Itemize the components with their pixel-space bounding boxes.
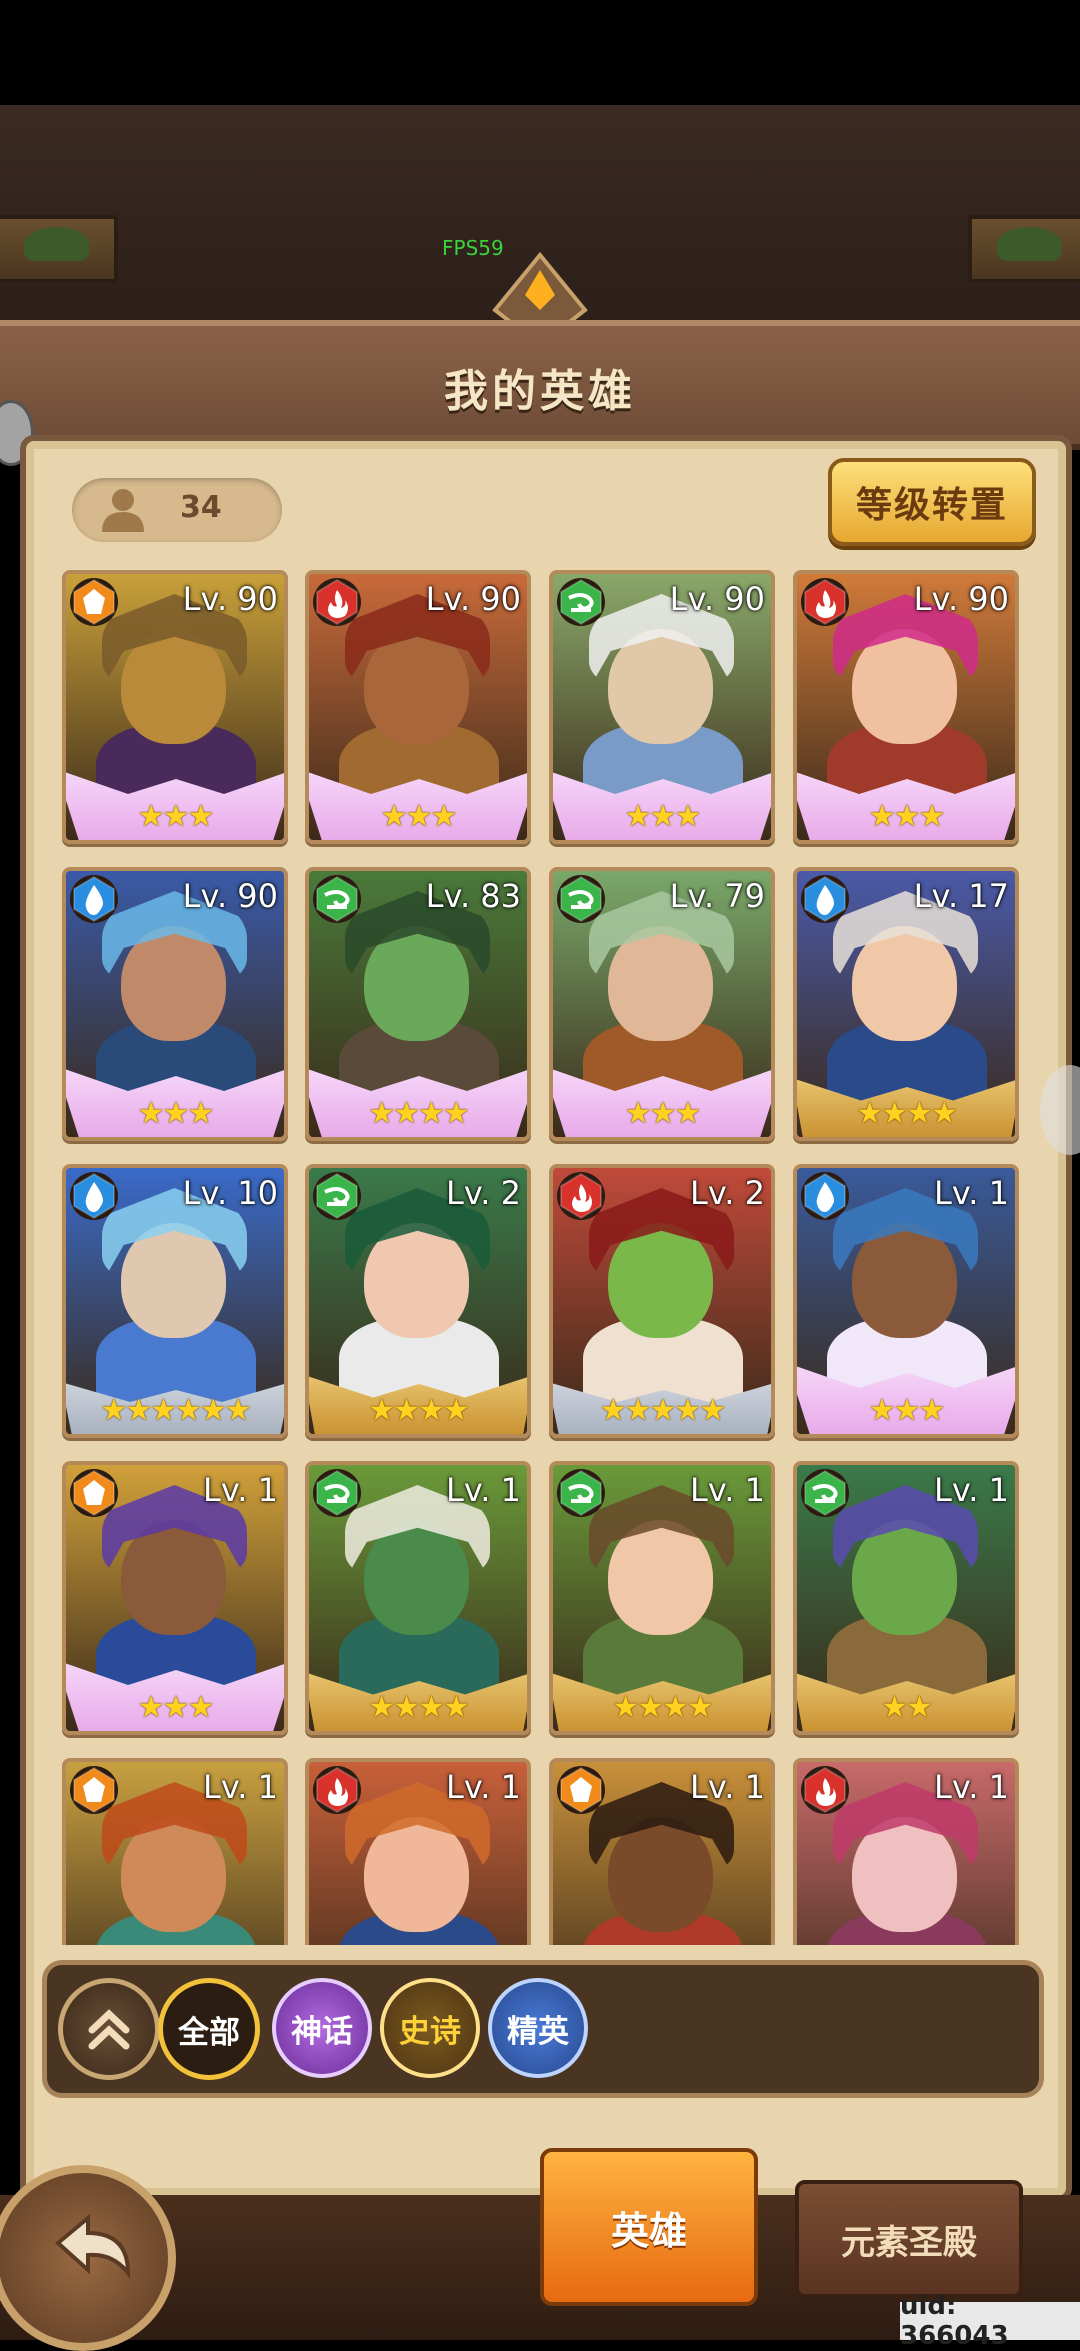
hero-card[interactable]: Lv. 1	[793, 1758, 1019, 1945]
water-icon	[70, 1172, 118, 1220]
light-icon	[70, 1469, 118, 1517]
hero-level: Lv. 17	[913, 877, 1009, 915]
hero-level: Lv. 90	[913, 580, 1009, 618]
hero-level: Lv. 1	[446, 1471, 521, 1509]
hero-level: Lv. 1	[203, 1768, 278, 1806]
hero-stars: ★★★★	[612, 1690, 714, 1725]
hero-stars: ★★★	[868, 1393, 946, 1428]
wind-icon	[557, 578, 605, 626]
wind-icon	[313, 1469, 361, 1517]
collapse-button[interactable]	[58, 1978, 160, 2080]
hero-level: Lv. 1	[690, 1768, 765, 1806]
hero-card[interactable]: Lv. 83 ★★★★	[305, 867, 531, 1141]
hero-stars: ★★★★★★	[100, 1393, 251, 1428]
hero-level: Lv. 1	[203, 1471, 278, 1509]
hero-level: Lv. 79	[669, 877, 765, 915]
wind-icon	[557, 875, 605, 923]
hero-card[interactable]: Lv. 1 ★★★	[793, 1164, 1019, 1438]
double-chevron-up-icon	[88, 2009, 130, 2050]
hero-level: Lv. 1	[934, 1471, 1009, 1509]
hero-card[interactable]: Lv. 1	[549, 1758, 775, 1945]
tab-heroes[interactable]: 英雄	[540, 2148, 758, 2306]
hero-stars: ★★★★★	[599, 1393, 726, 1428]
level-transfer-button[interactable]: 等级转置	[828, 458, 1036, 546]
filter-myth-button[interactable]: 神话	[272, 1978, 372, 2078]
wind-icon	[313, 875, 361, 923]
water-icon	[801, 1172, 849, 1220]
hero-card[interactable]: Lv. 1	[305, 1758, 531, 1945]
hero-card[interactable]: Lv. 90 ★★★	[62, 570, 288, 844]
hero-level: Lv. 90	[182, 877, 278, 915]
hero-level: Lv. 90	[669, 580, 765, 618]
hero-level: Lv. 90	[425, 580, 521, 618]
hero-level: Lv. 2	[446, 1174, 521, 1212]
hero-stars: ★★★	[624, 799, 702, 834]
water-icon	[70, 875, 118, 923]
hero-level: Lv. 2	[690, 1174, 765, 1212]
hero-stars: ★★★★	[368, 1393, 470, 1428]
back-arrow-icon	[54, 2213, 131, 2279]
hero-stars: ★★	[881, 1690, 933, 1725]
wind-icon	[801, 1469, 849, 1517]
hero-level: Lv. 1	[934, 1768, 1009, 1806]
hero-card[interactable]: Lv. 79 ★★★	[549, 867, 775, 1141]
fire-icon	[313, 578, 361, 626]
hero-level: Lv. 1	[690, 1471, 765, 1509]
hero-card[interactable]: Lv. 90 ★★★	[549, 570, 775, 844]
hero-stars: ★★★	[380, 799, 458, 834]
hero-card[interactable]: Lv. 90 ★★★	[62, 867, 288, 1141]
fps-counter: FPS59	[442, 236, 504, 260]
fire-icon	[801, 578, 849, 626]
hero-card[interactable]: Lv. 1	[62, 1758, 288, 1945]
light-icon	[70, 578, 118, 626]
filter-all-button[interactable]: 全部	[158, 1978, 260, 2080]
light-icon	[70, 1766, 118, 1814]
hero-stars: ★★★★	[368, 1690, 470, 1725]
fire-icon	[557, 1172, 605, 1220]
hero-level: Lv. 10	[182, 1174, 278, 1212]
right-pillar-decor	[968, 215, 1080, 283]
hero-card[interactable]: Lv. 90 ★★★	[793, 570, 1019, 844]
hero-level: Lv. 1	[446, 1768, 521, 1806]
status-bar	[0, 0, 1080, 105]
hero-stars: ★★★	[137, 1690, 215, 1725]
hero-count: 34	[180, 490, 222, 525]
wind-icon	[557, 1469, 605, 1517]
light-icon	[557, 1766, 605, 1814]
hero-card[interactable]: Lv. 90 ★★★	[305, 570, 531, 844]
hero-stars: ★★★	[137, 799, 215, 834]
fire-icon	[801, 1766, 849, 1814]
hero-stars: ★★★	[868, 799, 946, 834]
hero-card[interactable]: Lv. 17 ★★★★	[793, 867, 1019, 1141]
hero-card[interactable]: Lv. 2 ★★★★★	[549, 1164, 775, 1438]
person-icon	[102, 489, 144, 532]
hero-card[interactable]: Lv. 2 ★★★★	[305, 1164, 531, 1438]
hero-card[interactable]: Lv. 1 ★★★★	[305, 1461, 531, 1735]
hero-stars: ★★★	[624, 1096, 702, 1131]
hero-stars: ★★★	[137, 1096, 215, 1131]
wind-icon	[313, 1172, 361, 1220]
hero-stars: ★★★★	[856, 1096, 958, 1131]
hero-stars: ★★★★	[368, 1096, 470, 1131]
fire-icon	[313, 1766, 361, 1814]
page-title: 我的英雄	[444, 366, 636, 417]
filter-epic-button[interactable]: 史诗	[380, 1978, 480, 2078]
tab-elemental-shrine[interactable]: 元素圣殿	[795, 2180, 1023, 2298]
hero-level: Lv. 83	[425, 877, 521, 915]
hero-level: Lv. 90	[182, 580, 278, 618]
hero-level: Lv. 1	[934, 1174, 1009, 1212]
hero-card[interactable]: Lv. 1 ★★★	[62, 1461, 288, 1735]
hero-card[interactable]: Lv. 10 ★★★★★★	[62, 1164, 288, 1438]
water-icon	[801, 875, 849, 923]
filter-elite-button[interactable]: 精英	[488, 1978, 588, 2078]
left-pillar-decor	[0, 215, 118, 283]
uid-label: uid: 366043	[900, 2291, 1080, 2351]
hero-card[interactable]: Lv. 1 ★★	[793, 1461, 1019, 1735]
hero-card[interactable]: Lv. 1 ★★★★	[549, 1461, 775, 1735]
back-button[interactable]	[0, 2165, 176, 2351]
hero-grid: Lv. 90 ★★★ Lv. 90 ★★★ Lv. 90 ★★★ Lv. 90 ★★★ Lv. …	[62, 570, 1022, 1945]
